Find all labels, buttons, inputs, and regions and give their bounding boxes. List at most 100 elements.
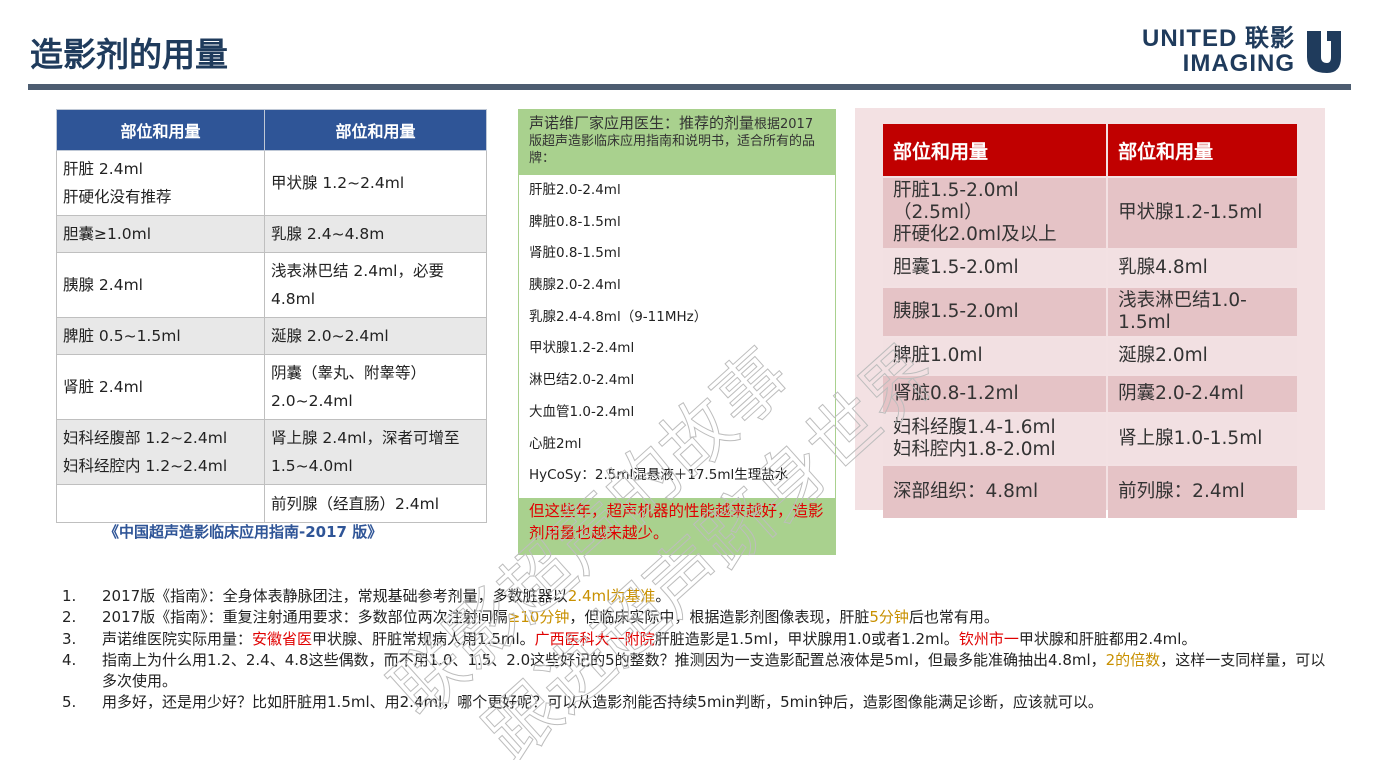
table-cell: 胰腺1.5-2.0ml xyxy=(883,288,1107,336)
logo-text: UNITED 联影 IMAGING xyxy=(1142,26,1295,76)
box-footer-note: 但这些年，超声机器的性能越来越好，造影剂用量也越来越少。 xyxy=(519,498,835,554)
note-segment: 2017版《指南》：重复注射通用要求：多数部位两次注射间隔 xyxy=(102,608,508,627)
table-header-cell: 部位和用量 xyxy=(264,109,487,151)
table-cell: 脾脏 0.5~1.5ml xyxy=(56,317,265,355)
dose-list: 肝脏2.0-2.4ml 脾脏0.8-1.5ml 肾脏0.8-1.5ml 胰腺2.0-2… xyxy=(519,175,835,492)
note-item: 5. 用多好，还是用少好？比如肝脏用1.5ml、用2.4ml，哪个更好呢？可以从造… xyxy=(62,692,1332,713)
table-cell: 肝脏 2.4ml 肝硬化没有推荐 xyxy=(56,150,265,216)
table-cell: 涎腺 2.0~2.4ml xyxy=(264,317,487,355)
table-cell: 前列腺：2.4ml xyxy=(1108,466,1297,518)
table-row: 胰腺 2.4ml 浅表淋巴结 2.4ml，必要 4.8ml xyxy=(56,252,487,318)
highlighted-text: 安徽省医 xyxy=(252,629,313,648)
table-row: 肾脏 2.4ml 阴囊（睾丸、附睾等） 2.0~2.4ml xyxy=(56,354,487,420)
note-text: 指南上为什么用1.2、2.4、4.8这些偶数，而不用1.0、1.5、2.0这些好… xyxy=(102,650,1332,693)
table-header-row: 部位和用量 部位和用量 xyxy=(883,124,1297,176)
note-item: 4. 指南上为什么用1.2、2.4、4.8这些偶数，而不用1.0、1.5、2.0这… xyxy=(62,650,1332,693)
current-dose-table: 部位和用量 部位和用量 肝脏1.5-2.0ml（2.5ml） 肝硬化2.0ml及以… xyxy=(881,122,1299,520)
table-cell: 胆囊≥1.0ml xyxy=(56,215,265,253)
note-segment: ，但临床实际中，根据造影剂图像表现，肝脏 xyxy=(569,608,870,627)
table-cell: 阴囊（睾丸、附睾等） 2.0~2.4ml xyxy=(264,354,487,420)
table-cell: 肾脏0.8-1.2ml xyxy=(883,376,1107,412)
box-heading: 声诺维厂家应用医生：推荐的剂量根据2017版超声造影临床应用指南和说明书，适合所… xyxy=(519,110,835,175)
table-cell: 肾上腺1.0-1.5ml xyxy=(1108,414,1297,464)
table-cell: 乳腺 2.4~4.8m xyxy=(264,215,487,253)
table-row: 脾脏1.0ml 涎腺2.0ml xyxy=(883,338,1297,374)
note-text: 声诺维医院实际用量：安徽省医甲状腺、肝脏常规病人用1.5ml。广西医科大一附院肝… xyxy=(102,629,1332,650)
table-cell: 胰腺 2.4ml xyxy=(56,252,265,318)
note-segment: 指南上为什么用1.2、2.4、4.8这些偶数，而不用1.0、1.5、2.0这些好… xyxy=(102,650,1106,669)
note-segment: 。 xyxy=(655,587,671,605)
table-header-cell: 部位和用量 xyxy=(883,124,1107,176)
page-title: 造影剂的用量 xyxy=(30,35,228,74)
table-row: 胰腺1.5-2.0ml 浅表淋巴结1.0-1.5ml xyxy=(883,288,1297,336)
logo-line-1: UNITED 联影 xyxy=(1142,25,1295,52)
note-item: 1. 2017版《指南》：全身体表静脉团注，常规基础参考剂量，多数脏器以2.4ml… xyxy=(62,586,1332,607)
table-header-row: 部位和用量 部位和用量 xyxy=(56,109,487,151)
note-text: 2017版《指南》：全身体表静脉团注，常规基础参考剂量，多数脏器以2.4ml为基… xyxy=(102,586,1332,607)
highlighted-text: 5分钟 xyxy=(869,608,909,627)
list-item: 肝脏2.0-2.4ml xyxy=(529,182,621,198)
list-item: 大血管1.0-2.4ml xyxy=(529,403,635,420)
note-segment: 后也常有用。 xyxy=(908,608,999,627)
table-cell: 肝脏1.5-2.0ml（2.5ml） 肝硬化2.0ml及以上 xyxy=(883,178,1107,248)
list-item: 淋巴结2.0-2.4ml xyxy=(529,372,635,389)
list-item: 乳腺2.4-4.8ml（9-11MHz） xyxy=(529,308,708,325)
logo-mark-icon xyxy=(1307,31,1341,73)
note-number: 5. xyxy=(62,693,77,712)
table-body: 肝脏1.5-2.0ml（2.5ml） 肝硬化2.0ml及以上 甲状腺1.2-1.5m… xyxy=(883,178,1297,518)
list-item: 肾脏0.8-1.5ml xyxy=(529,245,621,262)
table-body: 肝脏 2.4ml 肝硬化没有推荐 甲状腺 1.2~2.4ml 胆囊≥1.0ml 乳腺 2… xyxy=(56,150,487,523)
highlighted-text: 2.4ml为基准 xyxy=(567,587,656,605)
table-cell: 浅表淋巴结 2.4ml，必要 4.8ml xyxy=(264,252,487,318)
table-cell: 肾脏 2.4ml xyxy=(56,354,265,420)
table-header-cell: 部位和用量 xyxy=(1108,124,1297,176)
guideline-dose-table: 部位和用量 部位和用量 肝脏 2.4ml 肝硬化没有推荐 甲状腺 1.2~2.4ml… xyxy=(56,109,487,523)
note-number: 2. xyxy=(62,608,77,627)
manufacturer-recommendation-box: 声诺维厂家应用医生：推荐的剂量根据2017版超声造影临床应用指南和说明书，适合所… xyxy=(518,109,836,555)
list-item: 心脏2ml xyxy=(529,435,582,452)
table-cell xyxy=(56,484,265,523)
table-cell: 甲状腺 1.2~2.4ml xyxy=(264,150,487,216)
table-cell: 乳腺4.8ml xyxy=(1108,250,1297,286)
notes-list: 1. 2017版《指南》：全身体表静脉团注，常规基础参考剂量，多数脏器以2.4ml… xyxy=(62,586,1332,714)
list-item: 甲状腺1.2-2.4ml xyxy=(529,340,635,357)
table-cell: 甲状腺1.2-1.5ml xyxy=(1108,178,1297,248)
table-row: 肝脏1.5-2.0ml（2.5ml） 肝硬化2.0ml及以上 甲状腺1.2-1.5m… xyxy=(883,178,1297,248)
logo-line-2: IMAGING xyxy=(1182,50,1295,77)
note-number: 3. xyxy=(62,629,77,648)
highlighted-text: 广西医科大一附院 xyxy=(534,629,655,648)
table-cell: 涎腺2.0ml xyxy=(1108,338,1297,374)
table-row: 妇科经腹部 1.2~2.4ml 妇科经腔内 1.2~2.4ml 肾上腺 2.4ml，… xyxy=(56,419,487,485)
note-number: 4. xyxy=(62,650,77,669)
note-segment: 用多好，还是用少好？比如肝脏用1.5ml、用2.4ml，哪个更好呢？可以从造影剂… xyxy=(102,693,1103,712)
list-item: 胰腺2.0-2.4ml xyxy=(529,277,621,294)
note-text: 用多好，还是用少好？比如肝脏用1.5ml、用2.4ml，哪个更好呢？可以从造影剂… xyxy=(102,692,1332,713)
table-cell: 浅表淋巴结1.0-1.5ml xyxy=(1108,288,1297,336)
table-row: 胆囊1.5-2.0ml 乳腺4.8ml xyxy=(883,250,1297,286)
table-citation: 《中国超声造影临床应用指南-2017 版》 xyxy=(104,523,383,541)
note-item: 2. 2017版《指南》：重复注射通用要求：多数部位两次注射间隔≥10分钟，但临床… xyxy=(62,607,1332,628)
highlighted-text: 钦州市一 xyxy=(958,629,1019,648)
list-item: HyCoSy：2.5ml混悬液＋17.5ml生理盐水 xyxy=(529,467,789,484)
list-item: 脾脏0.8-1.5ml xyxy=(529,213,621,230)
note-segment: 声诺维医院实际用量： xyxy=(102,629,253,648)
highlighted-text: 2的倍数 xyxy=(1105,650,1161,669)
note-item: 3. 声诺维医院实际用量：安徽省医甲状腺、肝脏常规病人用1.5ml。广西医科大一附… xyxy=(62,629,1332,650)
header-divider xyxy=(28,84,1351,90)
note-segment: 2017版《指南》：全身体表静脉团注，常规基础参考剂量，多数脏器以 xyxy=(102,587,568,605)
table-cell: 胆囊1.5-2.0ml xyxy=(883,250,1107,286)
note-segment: 甲状腺和肝脏都用2.4ml。 xyxy=(1018,629,1197,648)
table-cell: 妇科经腹部 1.2~2.4ml 妇科经腔内 1.2~2.4ml xyxy=(56,419,265,485)
table-cell: 前列腺（经直肠）2.4ml xyxy=(264,484,487,523)
table-cell: 肾上腺 2.4ml，深者可增至 1.5~4.0ml xyxy=(264,419,487,485)
table-row: 肝脏 2.4ml 肝硬化没有推荐 甲状腺 1.2~2.4ml xyxy=(56,150,487,216)
company-logo: UNITED 联影 IMAGING xyxy=(1142,26,1343,76)
note-segment: 甲状腺、肝脏常规病人用1.5ml。 xyxy=(312,629,535,648)
table-row: 胆囊≥1.0ml 乳腺 2.4~4.8m xyxy=(56,215,487,253)
table-row: 脾脏 0.5~1.5ml 涎腺 2.0~2.4ml xyxy=(56,317,487,355)
note-segment: 肝脏造影是1.5ml，甲状腺用1.0或者1.2ml。 xyxy=(654,629,959,648)
note-text: 2017版《指南》：重复注射通用要求：多数部位两次注射间隔≥10分钟，但临床实际… xyxy=(102,607,1332,628)
table-row: 深部组织：4.8ml 前列腺：2.4ml xyxy=(883,466,1297,518)
note-number: 1. xyxy=(62,587,77,605)
table-row: 肾脏0.8-1.2ml 阴囊2.0-2.4ml xyxy=(883,376,1297,412)
